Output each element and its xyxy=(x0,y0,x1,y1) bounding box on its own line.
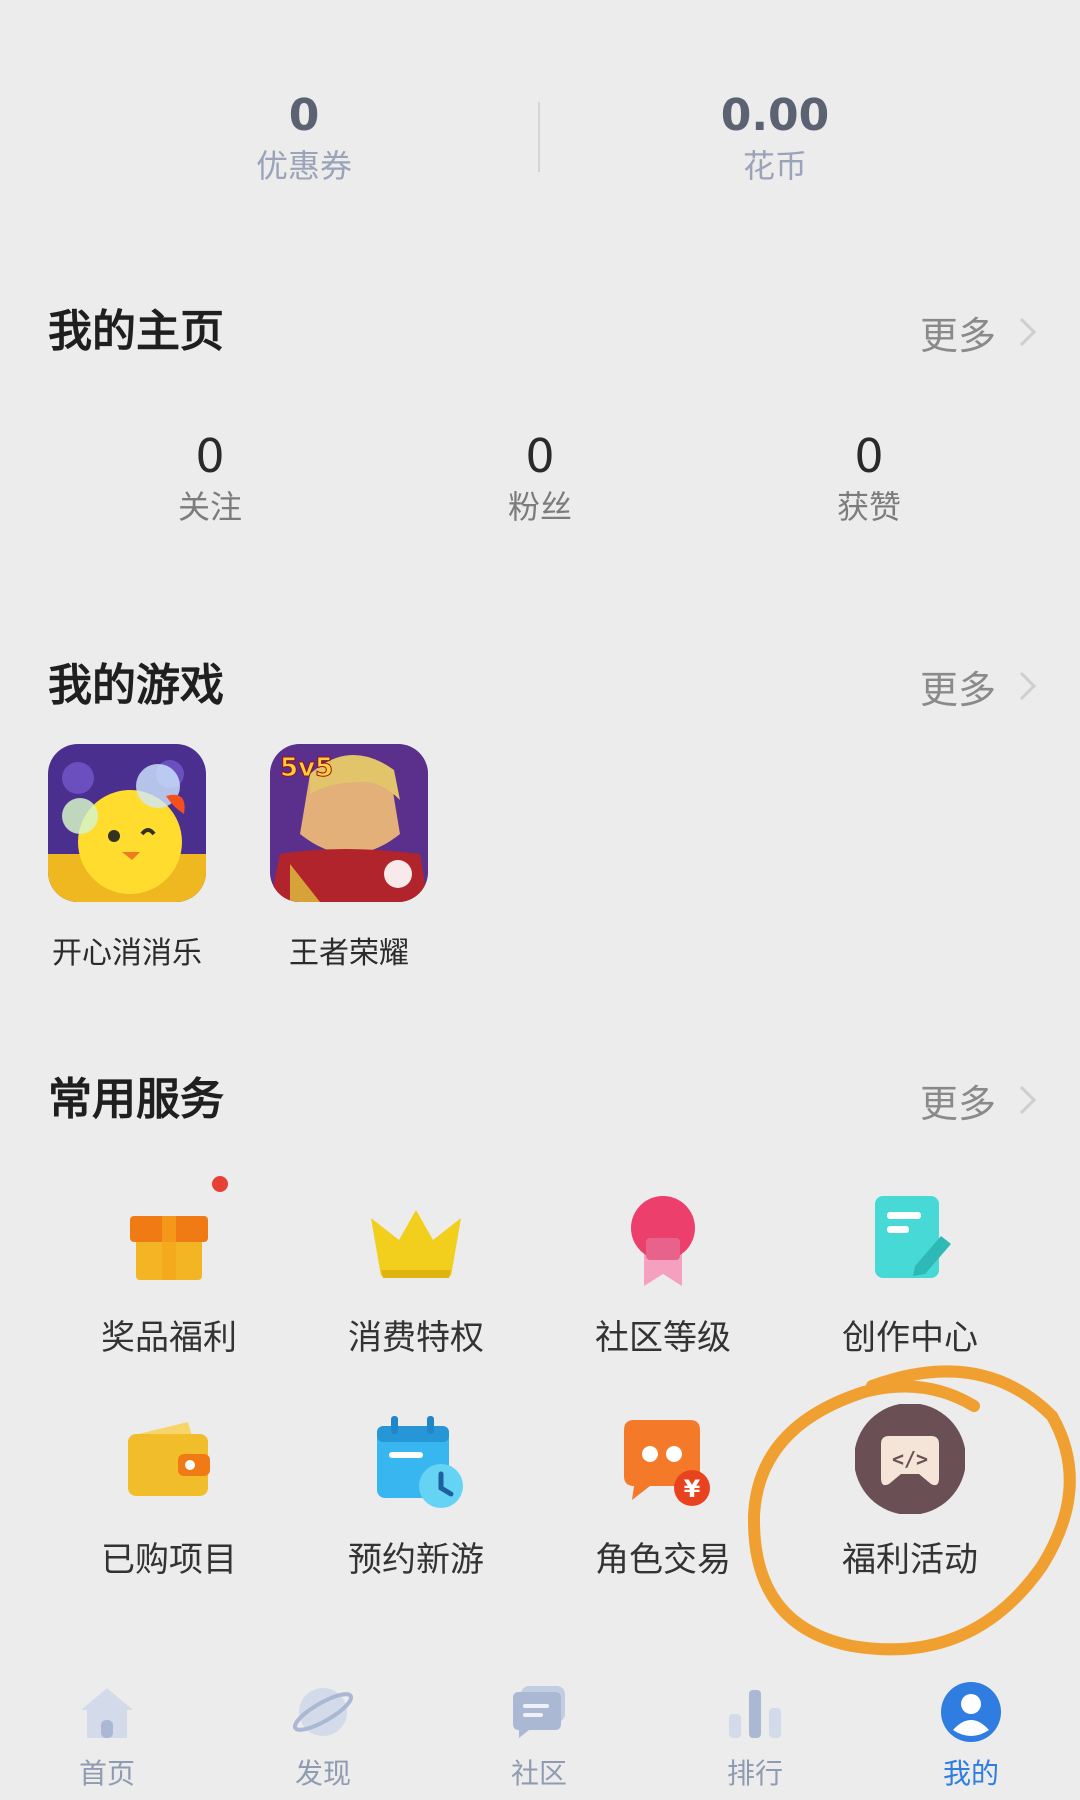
game-item[interactable]: 开心消消乐 xyxy=(42,744,212,972)
coupons-label: 优惠券 xyxy=(255,147,352,185)
highlight-annotation-circle xyxy=(748,1365,1076,1656)
service-label: 角色交易 xyxy=(595,1540,731,1580)
service-community-level[interactable]: 社区等级 xyxy=(563,1182,763,1359)
calendar-clock-icon xyxy=(361,1404,471,1514)
svg-text:5v5: 5v5 xyxy=(280,753,333,783)
games-section-header: 我的游戏 更多 xyxy=(48,656,1037,716)
service-label: 奖品福利 xyxy=(101,1318,237,1358)
game-name: 王者荣耀 xyxy=(289,936,409,971)
service-character-trading[interactable]: ¥ 角色交易 xyxy=(563,1404,763,1581)
homepage-stats: 0 关注 0 粉丝 0 获赞 xyxy=(0,428,1080,538)
chevron-right-icon xyxy=(1007,1085,1037,1115)
bottom-tab-bar: 首页 发现 社区 排行 我的 xyxy=(0,1680,1080,1800)
service-reserve-new-games[interactable]: 预约新游 xyxy=(316,1404,516,1581)
service-label: 预约新游 xyxy=(348,1540,484,1580)
services-section-header: 常用服务 更多 xyxy=(48,1070,1037,1130)
service-label: 创作中心 xyxy=(842,1318,978,1358)
likes-label: 获赞 xyxy=(836,488,901,526)
home-icon xyxy=(75,1680,139,1744)
followers-count: 0 xyxy=(525,429,555,483)
profile-icon xyxy=(939,1680,1003,1744)
services-title: 常用服务 xyxy=(48,1074,224,1125)
tab-community[interactable]: 社区 xyxy=(479,1680,599,1792)
document-pen-icon xyxy=(855,1182,965,1292)
game-item[interactable]: 5v5 王者荣耀 xyxy=(264,744,434,972)
tab-label: 我的 xyxy=(942,1757,999,1790)
svg-text:¥: ¥ xyxy=(684,1475,701,1503)
chat-yuan-icon: ¥ xyxy=(608,1404,718,1514)
tab-discover[interactable]: 发现 xyxy=(263,1680,383,1792)
wallet-divider xyxy=(538,102,540,172)
bar-chart-icon xyxy=(723,1680,787,1744)
homepage-more-link[interactable]: 更多 xyxy=(919,302,1037,362)
tab-label: 发现 xyxy=(294,1757,351,1790)
game-name: 开心消消乐 xyxy=(52,936,202,971)
followers-label: 粉丝 xyxy=(507,488,572,526)
likes-stat[interactable]: 0 获赞 xyxy=(759,428,979,530)
games-more-label: 更多 xyxy=(919,667,996,712)
likes-count: 0 xyxy=(854,429,884,483)
tab-ranking[interactable]: 排行 xyxy=(695,1680,815,1792)
tab-home[interactable]: 首页 xyxy=(47,1680,167,1792)
coins-stat[interactable]: 0.00 花币 xyxy=(625,88,925,188)
services-more-link[interactable]: 更多 xyxy=(919,1070,1037,1130)
followers-stat[interactable]: 0 粉丝 xyxy=(430,428,650,530)
tab-label: 社区 xyxy=(510,1757,567,1790)
service-label: 社区等级 xyxy=(595,1318,731,1358)
medal-icon xyxy=(608,1182,718,1292)
games-more-link[interactable]: 更多 xyxy=(919,656,1037,716)
planet-icon xyxy=(291,1680,355,1744)
service-spending-privilege[interactable]: 消费特权 xyxy=(316,1182,516,1359)
service-creator-center[interactable]: 创作中心 xyxy=(810,1182,1010,1359)
games-title: 我的游戏 xyxy=(48,660,224,711)
coins-balance: 0.00 xyxy=(720,90,830,141)
service-label: 消费特权 xyxy=(348,1318,484,1358)
wallet-summary: 0 优惠券 0.00 花币 xyxy=(0,88,1080,198)
coins-label: 花币 xyxy=(742,147,807,185)
coupons-count: 0 xyxy=(288,90,320,141)
homepage-more-label: 更多 xyxy=(919,313,996,358)
homepage-title: 我的主页 xyxy=(48,306,224,357)
wallet-icon xyxy=(114,1404,224,1514)
service-label: 已购项目 xyxy=(101,1540,237,1580)
services-more-label: 更多 xyxy=(919,1081,996,1126)
tab-label: 排行 xyxy=(726,1757,783,1790)
coupons-stat[interactable]: 0 优惠券 xyxy=(154,88,454,188)
tab-label: 首页 xyxy=(78,1757,135,1790)
following-count: 0 xyxy=(195,429,225,483)
service-purchased-items[interactable]: 已购项目 xyxy=(69,1404,269,1581)
following-label: 关注 xyxy=(177,488,242,526)
tab-me[interactable]: 我的 xyxy=(911,1680,1031,1792)
chick-bubble-game-icon xyxy=(48,744,206,902)
notification-dot xyxy=(212,1176,228,1192)
hero-5v5-game-icon: 5v5 xyxy=(270,744,428,902)
chevron-right-icon xyxy=(1007,317,1037,347)
following-stat[interactable]: 0 关注 xyxy=(100,428,320,530)
chevron-right-icon xyxy=(1007,671,1037,701)
crown-icon xyxy=(361,1182,471,1292)
homepage-section-header: 我的主页 更多 xyxy=(48,302,1037,362)
gift-box-icon xyxy=(114,1176,228,1292)
chat-bubble-icon xyxy=(507,1680,571,1744)
service-prize-welfare[interactable]: 奖品福利 xyxy=(69,1176,269,1359)
